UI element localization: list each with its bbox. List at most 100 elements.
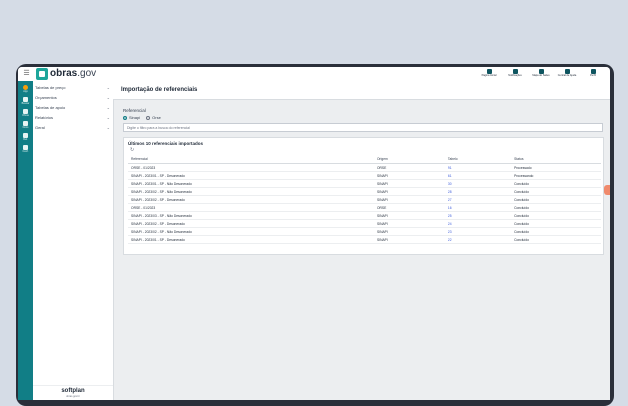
cell-tabelo-link[interactable]: 23 [444, 227, 512, 236]
logo-suffix: .gov [77, 68, 97, 79]
cell-origem: SINAPI [373, 219, 445, 228]
column-header-status[interactable]: Status [511, 155, 601, 164]
cell-origem: SINAPI [373, 187, 445, 196]
cell-referencial: SINAPI - 2023/01 - SP - Não Desonerado [128, 179, 374, 188]
table-row[interactable]: SINAPI - 2023/01 - SP - Desonerado SINAPI… [128, 235, 601, 244]
cell-status: Concluído [511, 211, 601, 220]
radio-sinapi[interactable]: Sinapi [123, 115, 140, 120]
cell-tabelo-link[interactable]: 91 [444, 163, 512, 172]
referencial-label: Referencial [123, 108, 146, 113]
sidebar-item-tabelas-apoio[interactable]: Tabelas de apoio ⌄ [35, 103, 111, 113]
table-row[interactable]: SINAPI - 2023/02 - SP - Desonerado SINAPI… [128, 195, 601, 204]
cell-referencial: SINAPI - 2023/01 - SP - Desonerado [128, 235, 374, 244]
rail-label: Conf. [22, 150, 29, 153]
cell-tabelo-link[interactable]: 61 [444, 171, 512, 180]
home-button[interactable]: Página Inicial [478, 68, 500, 80]
rail-label: Obras [22, 114, 29, 117]
cell-tabelo-link[interactable]: 25 [444, 211, 512, 220]
logo-icon [36, 68, 48, 80]
sitemap-label: Mapa do Saites [532, 74, 550, 77]
rail-label: App [23, 90, 28, 93]
cell-status: Concluído [511, 227, 601, 236]
notifications-button[interactable]: Notificações [504, 68, 526, 80]
table-row[interactable]: SINAPI - 2023/02 - SP - Não Desonerado SI… [128, 227, 601, 236]
radio-orse[interactable]: Orse [146, 115, 161, 120]
app-logo[interactable]: obras.gov [50, 68, 96, 80]
cell-tabelo-link[interactable]: 16 [444, 203, 512, 212]
rail-item-search[interactable]: Buscar [18, 97, 33, 106]
sidebar-item-label: Geral [35, 125, 45, 130]
refresh-icon[interactable]: ↻ [130, 148, 135, 153]
cell-referencial: ORSE - 01/2023 [128, 203, 374, 212]
cell-referencial: SINAPI - 2023/02 - SP - Desonerado [128, 195, 374, 204]
table-row[interactable]: SINAPI - 2023/02 - SP - Desonerado SINAPI… [128, 219, 601, 228]
top-actions: Página Inicial Notificações Mapa do Sait… [478, 68, 604, 80]
cell-status: Concluído [511, 187, 601, 196]
cell-status: Concluído [511, 235, 601, 244]
cell-origem: SINAPI [373, 179, 445, 188]
table-row[interactable]: SINAPI - 2023/02 - SP - Não Desonerado SI… [128, 187, 601, 196]
rail-item-app[interactable]: App [18, 85, 33, 94]
cell-referencial: ORSE - 01/2023 [128, 163, 374, 172]
chevron-down-icon: ⌄ [106, 95, 110, 100]
cell-origem: ORSE [373, 163, 445, 172]
rail-item-settings[interactable]: Conf. [18, 145, 33, 154]
sidebar-item-orcamentos[interactable]: Orçamentos ⌄ [35, 93, 111, 103]
main-content: Importação de referenciais Referencial S… [113, 81, 610, 400]
cell-referencial: SINAPI - 2023/03 - SP - Não Desonerado [128, 211, 374, 220]
softplan-brand: softplan obras.gov.br [33, 385, 113, 400]
column-header-tabelo[interactable]: Tabelo [444, 155, 512, 164]
rail-item-reports[interactable]: Rel. [18, 133, 33, 142]
table-header-row: Referencial Origem Tabelo Status [128, 155, 601, 164]
radio-label: Orse [152, 115, 161, 120]
chevron-down-icon: ⌄ [106, 105, 110, 110]
menu-icon[interactable]: ☰ [22, 69, 31, 78]
cell-origem: ORSE [373, 203, 445, 212]
cell-status: Processado [511, 163, 601, 172]
column-header-referencial[interactable]: Referencial [128, 155, 374, 164]
sitemap-button[interactable]: Mapa do Saites [530, 68, 552, 80]
cell-origem: SINAPI [373, 211, 445, 220]
cell-tabelo-link[interactable]: 24 [444, 219, 512, 228]
profile-button[interactable]: Perfil [582, 68, 604, 80]
radio-label: Sinapi [129, 115, 141, 120]
help-button[interactable]: Central de Ajuda [556, 68, 578, 80]
sidebar-item-label: Tabelas de apoio [35, 105, 66, 110]
cell-tabelo-link[interactable]: 27 [444, 195, 512, 204]
sidebar: Tabelas de preço ⌄ Orçamentos ⌄ Tabelas de… [33, 81, 114, 400]
chevron-down-icon: ⌄ [106, 115, 110, 120]
sidebar-item-tabelas-preco[interactable]: Tabelas de preço ⌄ [35, 83, 111, 93]
sidebar-item-relatorios[interactable]: Relatórios ⌄ [35, 113, 111, 123]
referencial-search-input[interactable] [123, 123, 603, 132]
cell-status: Concluído [511, 203, 601, 212]
notifications-label: Notificações [508, 74, 522, 77]
rail-label: Docs [22, 126, 29, 129]
table-row[interactable]: SINAPI - 2023/01 - SP - Não Desonerado SI… [128, 179, 601, 188]
app-screen: ☰ obras.gov Página Inicial Notificações … [18, 67, 610, 400]
table-row[interactable]: SINAPI - 2023/01 - SP - Desonerado SINAPI… [128, 171, 601, 180]
chevron-down-icon: ⌄ [106, 85, 110, 90]
chevron-down-icon: ⌄ [106, 125, 110, 130]
rail-item-obras[interactable]: Obras [18, 109, 33, 118]
table-row[interactable]: ORSE - 01/2023 ORSE 16 Concluído [128, 203, 601, 212]
imports-table: Referencial Origem Tabelo Status ORSE - … [128, 155, 601, 244]
table-row[interactable]: ORSE - 01/2023 ORSE 91 Processado [128, 163, 601, 172]
referencial-radio-group: Sinapi Orse [123, 115, 161, 120]
sidebar-item-geral[interactable]: Geral ⌄ [35, 123, 111, 133]
cell-status: Concluído [511, 195, 601, 204]
rail-item-docs[interactable]: Docs [18, 121, 33, 130]
sidebar-item-label: Tabelas de preço [35, 85, 66, 90]
cell-referencial: SINAPI - 2023/02 - SP - Não Desonerado [128, 187, 374, 196]
cell-status: Concluído [511, 179, 601, 188]
cell-tabelo-link[interactable]: 30 [444, 179, 512, 188]
cell-tabelo-link[interactable]: 28 [444, 187, 512, 196]
floating-feedback-tab[interactable] [604, 185, 610, 195]
radio-unselected-icon [146, 115, 151, 120]
top-bar: ☰ obras.gov Página Inicial Notificações … [18, 67, 610, 82]
sidebar-item-label: Orçamentos [35, 95, 57, 100]
table-row[interactable]: SINAPI - 2023/03 - SP - Não Desonerado SI… [128, 211, 601, 220]
cell-tabelo-link[interactable]: 22 [444, 235, 512, 244]
home-label: Página Inicial [481, 74, 497, 77]
cell-status: Concluído [511, 219, 601, 228]
column-header-origem[interactable]: Origem [373, 155, 445, 164]
